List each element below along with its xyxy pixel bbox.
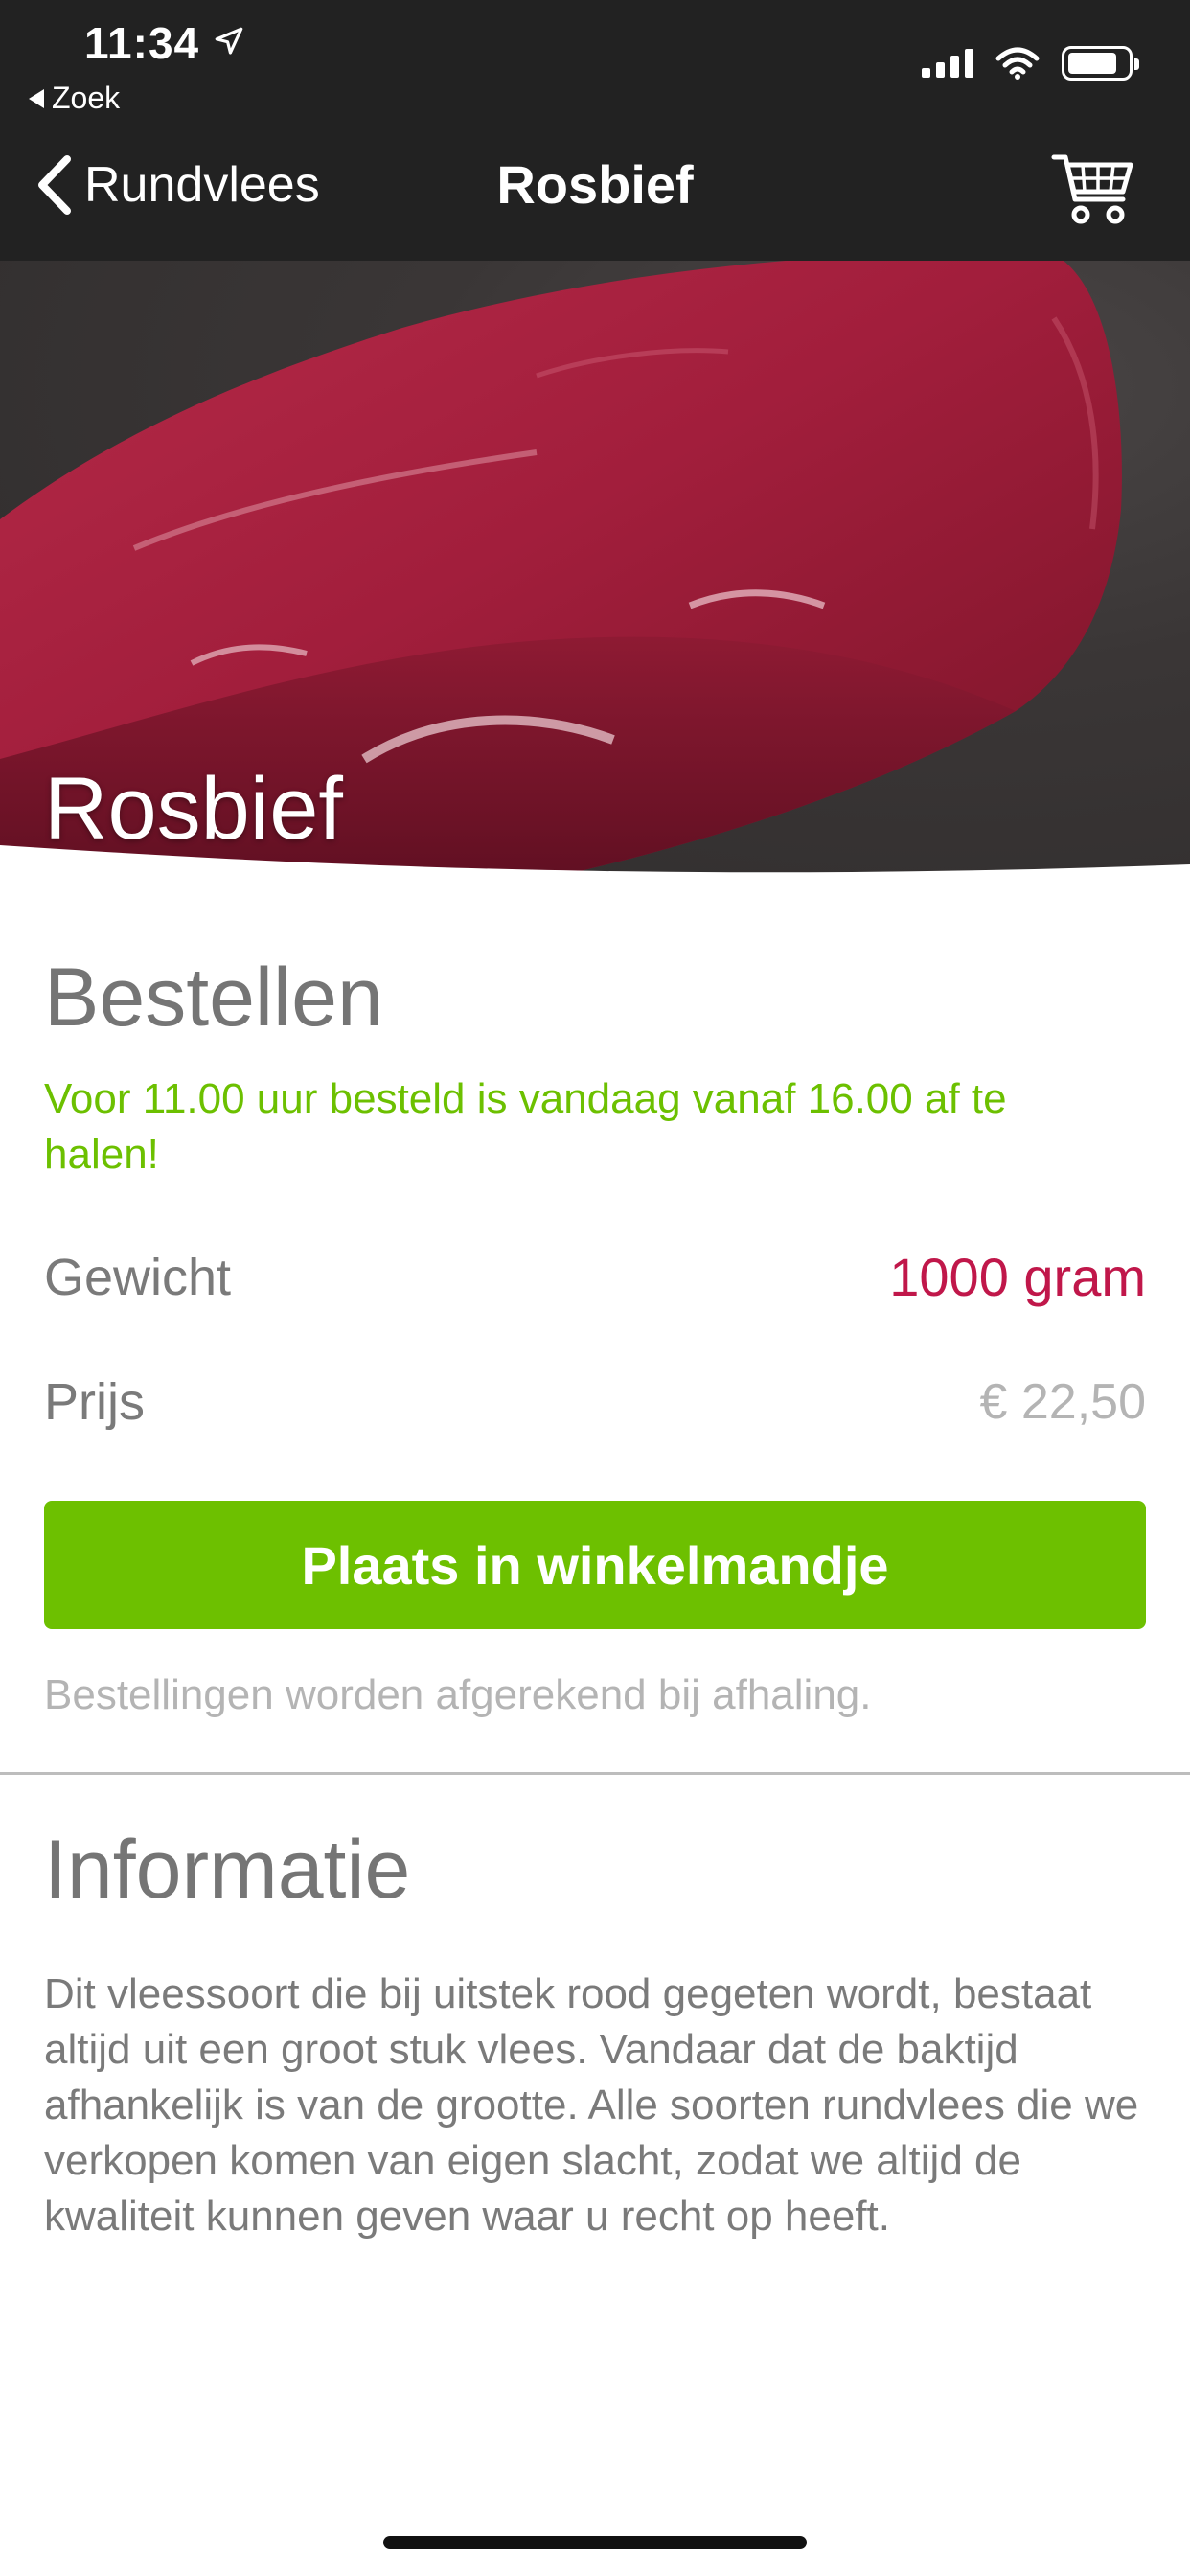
back-triangle-icon xyxy=(29,88,44,108)
location-arrow-icon xyxy=(215,27,243,55)
back-to-app[interactable]: Zoek xyxy=(29,80,120,116)
info-heading: Informatie xyxy=(44,1824,411,1916)
price-label: Prijs xyxy=(44,1373,145,1431)
pickup-notice: Voor 11.00 uur besteld is vandaag vanaf … xyxy=(44,1075,1007,1178)
wifi-icon xyxy=(995,47,1040,80)
payment-note: Bestellingen worden afgerekend bij afhal… xyxy=(44,1671,872,1718)
order-heading: Bestellen xyxy=(44,952,383,1044)
section-divider xyxy=(0,1772,1190,1775)
battery-icon xyxy=(1062,46,1139,80)
price-value: € 22,50 xyxy=(979,1374,1147,1430)
top-bar: 11:34 Zoek Rundvlees Rosbief xyxy=(0,0,1190,261)
weight-row[interactable]: Gewicht 1000 gram xyxy=(44,1246,1146,1308)
add-to-cart-button[interactable]: Plaats in winkelmandje xyxy=(44,1501,1146,1629)
weight-value[interactable]: 1000 gram xyxy=(889,1246,1146,1308)
status-time: 11:34 xyxy=(84,18,200,68)
home-indicator[interactable] xyxy=(383,2536,807,2549)
weight-label: Gewicht xyxy=(44,1248,232,1306)
signal-icon xyxy=(922,49,973,78)
nav-title: Rosbief xyxy=(496,154,694,215)
hero-title: Rosbief xyxy=(44,760,343,858)
back-app-label: Zoek xyxy=(52,80,121,115)
product-hero-image: Rosbief xyxy=(0,261,1190,893)
status-indicators xyxy=(922,46,1139,80)
price-row: Prijs € 22,50 xyxy=(44,1372,1146,1432)
cart-icon[interactable] xyxy=(1050,146,1134,230)
info-text: Dit vleessoort die bij uitstek rood gege… xyxy=(44,1970,1139,2240)
